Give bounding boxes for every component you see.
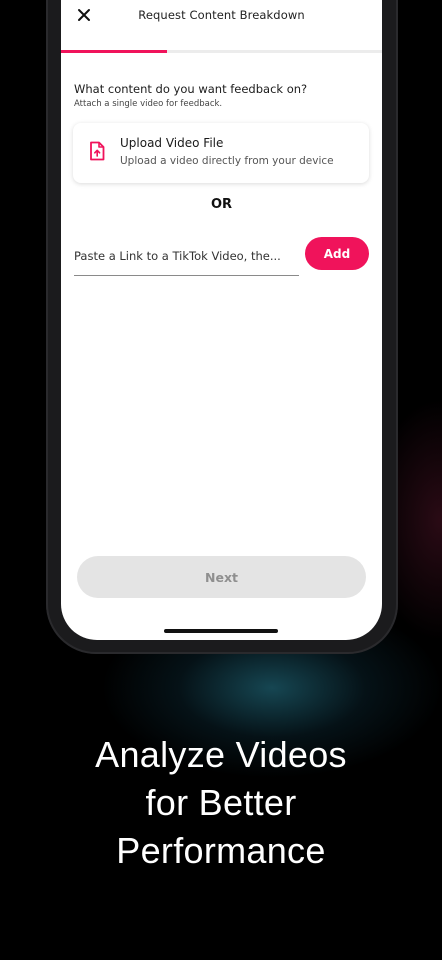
tagline-line-3: Performance (116, 830, 326, 871)
question-hint: Attach a single video for feedback. (74, 99, 223, 109)
file-upload-icon (89, 141, 105, 161)
upload-video-card[interactable]: Upload Video File Upload a video directl… (73, 123, 369, 183)
top-bar: Request Content Breakdown (61, 0, 382, 52)
tagline-line-2: for Better (145, 782, 297, 823)
add-link-button[interactable]: Add (305, 237, 369, 270)
promo-tagline: Analyze Videos for Better Performance (0, 731, 442, 875)
app-screen: Request Content Breakdown What content d… (61, 0, 382, 640)
upload-card-subtitle: Upload a video directly from your device (120, 155, 334, 167)
question-heading: What content do you want feedback on? (74, 82, 308, 96)
progress-fill (61, 50, 167, 53)
video-link-input[interactable] (74, 237, 299, 276)
promo-stage: Request Content Breakdown What content d… (0, 0, 442, 960)
upload-card-title: Upload Video File (120, 136, 224, 150)
home-indicator (164, 629, 278, 633)
tagline-line-1: Analyze Videos (95, 734, 347, 775)
page-title: Request Content Breakdown (138, 8, 305, 22)
progress-bar (61, 50, 382, 53)
or-divider: OR (210, 197, 233, 212)
next-button[interactable]: Next (77, 556, 366, 598)
